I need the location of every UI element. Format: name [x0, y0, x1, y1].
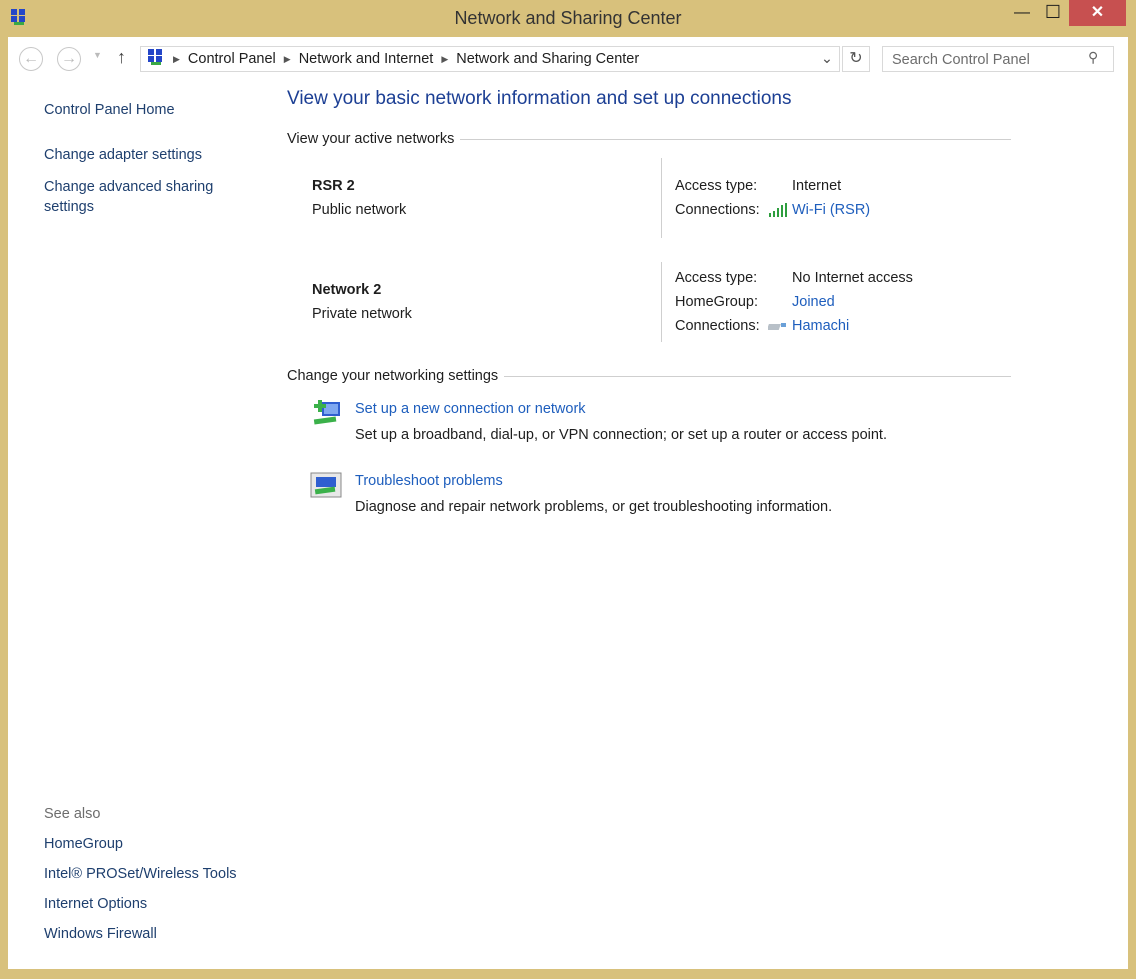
homegroup-joined-link[interactable]: Joined	[792, 294, 835, 310]
troubleshoot-link[interactable]: Troubleshoot problems	[355, 473, 503, 489]
wifi-signal-icon	[769, 203, 787, 220]
back-button[interactable]: ←	[19, 47, 43, 71]
troubleshoot-icon	[310, 472, 342, 501]
breadcrumb-item[interactable]: Control Panel	[188, 51, 276, 67]
page-title: View your basic network information and …	[287, 88, 792, 109]
control-panel-icon	[147, 48, 165, 70]
divider	[661, 262, 662, 342]
sidebar-change-adapter-settings[interactable]: Change adapter settings	[44, 147, 202, 163]
see-also-windows-firewall[interactable]: Windows Firewall	[44, 926, 157, 942]
forward-button[interactable]: →	[57, 47, 81, 71]
recent-dropdown[interactable]: ▼	[93, 50, 102, 60]
access-type-label: Access type:	[675, 178, 758, 194]
network-name: RSR 2	[312, 178, 355, 194]
settings-header: Change your networking settings	[287, 368, 1011, 384]
troubleshoot-description: Diagnose and repair network problems, or…	[355, 499, 833, 515]
new-connection-icon	[310, 398, 344, 431]
wifi-connection-link[interactable]: Wi-Fi (RSR)	[792, 202, 870, 218]
section-title: Change your networking settings	[287, 368, 499, 384]
up-button[interactable]: ↑	[117, 47, 126, 68]
homegroup-label: HomeGroup:	[675, 294, 759, 310]
see-also-title: See also	[44, 806, 101, 822]
access-type-label: Access type:	[675, 270, 758, 286]
chevron-right-icon: ▶	[283, 53, 291, 64]
active-networks-header: View your active networks	[287, 131, 1011, 147]
refresh-button[interactable]: ↻	[842, 46, 870, 72]
access-type-value: No Internet access	[792, 270, 913, 286]
search-input[interactable]: Search Control Panel	[882, 46, 1114, 72]
setup-connection-link[interactable]: Set up a new connection or network	[355, 401, 586, 417]
chevron-right-icon: ▶	[441, 53, 449, 64]
connections-label: Connections:	[675, 318, 760, 334]
section-title: View your active networks	[287, 131, 455, 147]
access-type-value: Internet	[792, 178, 842, 194]
close-button[interactable]: ✕	[1069, 0, 1126, 26]
divider	[661, 158, 662, 238]
setup-connection-description: Set up a broadband, dial-up, or VPN conn…	[355, 427, 887, 443]
network-category: Public network	[312, 202, 407, 218]
breadcrumb-item[interactable]: Network and Internet	[299, 51, 434, 67]
hamachi-connection-link[interactable]: Hamachi	[792, 318, 849, 334]
maximize-button[interactable]: ☐	[1040, 2, 1066, 24]
network-category: Private network	[312, 306, 412, 322]
see-also-homegroup[interactable]: HomeGroup	[44, 836, 123, 852]
chevron-right-icon: ▶	[173, 53, 180, 64]
address-bar[interactable]: ▶ Control Panel ▶ Network and Internet ▶…	[140, 46, 840, 72]
breadcrumb-item[interactable]: Network and Sharing Center	[456, 51, 639, 67]
sidebar-control-panel-home[interactable]: Control Panel Home	[44, 102, 175, 118]
minimize-button[interactable]: —	[1008, 4, 1036, 26]
see-also-internet-options[interactable]: Internet Options	[44, 896, 147, 912]
ethernet-adapter-icon	[766, 320, 788, 336]
window-title: Network and Sharing Center	[454, 8, 682, 28]
address-dropdown-icon[interactable]: ⌄	[821, 51, 833, 67]
search-icon[interactable]: ⚲	[1088, 49, 1098, 66]
sidebar-change-advanced-sharing[interactable]: Change advanced sharing settings	[44, 177, 244, 217]
see-also-intel-proset[interactable]: Intel® PROSet/Wireless Tools	[44, 866, 237, 882]
network-name: Network 2	[312, 282, 382, 298]
connections-label: Connections:	[675, 202, 760, 218]
